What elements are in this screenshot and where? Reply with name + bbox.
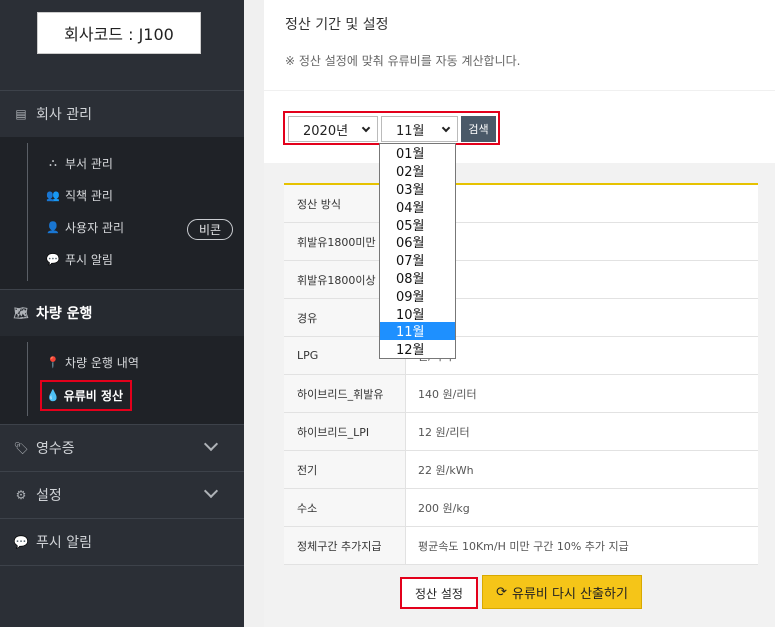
section-label: 회사 관리 [36,107,92,123]
comment-icon: 💬 [46,252,60,266]
row-label: 정체구간 추가지급 [284,527,406,564]
row-label: 수소 [284,489,406,526]
recalc-label: 유류비 다시 산출하기 [512,586,628,602]
tree-line [27,143,28,281]
table-row: 하이브리드_휘발유 140 원/리터 [284,375,758,413]
table-row: 수소 200 원/kg [284,489,758,527]
section-settings[interactable]: ⚙ 설정 [0,472,244,518]
tag-icon: 🏷 [13,441,29,455]
table-row: 전기 22 원/kWh [284,451,758,489]
row-label: 하이브리드_LPI [284,413,406,450]
settle-settings-button[interactable]: 정산 설정 [400,577,478,609]
page-title: 정산 기간 및 설정 [285,17,389,33]
row-value: 비 정산 [406,185,758,222]
recalculate-fuel-button[interactable]: ⟳ 유류비 다시 산출하기 [482,575,642,609]
row-value: 원/리터 [406,337,758,374]
month-option[interactable]: 02월 [380,162,455,180]
month-dropdown-list[interactable]: 01월 02월 03월 04월 05월 06월 07월 08월 09월 10월 … [379,143,456,359]
month-option[interactable]: 05월 [380,215,455,234]
month-option[interactable]: 12월 [380,340,455,358]
page-description: ※ 정산 설정에 맞춰 유류비를 자동 계산합니다. [285,54,521,68]
sidebar-item-label: 부서 관리 [65,156,113,171]
table-row: 경유 원/리터 [284,299,758,337]
row-label: 하이브리드_휘발유 [284,375,406,412]
month-option[interactable]: 04월 [380,197,455,216]
section-label: 푸시 알림 [36,535,92,551]
sidebar: 회사코드 : J100 ▤ 회사 관리 ⛬ 부서 관리 👥 직책 관리 👤 사용… [0,0,244,627]
gears-icon: ⚙ [15,488,27,502]
month-option[interactable]: 09월 [380,286,455,305]
company-code-box: 회사코드 : J100 [37,12,201,54]
user-plus-icon: 👤 [46,220,60,234]
section-push-alerts[interactable]: 💬 푸시 알림 [0,519,244,565]
month-option[interactable]: 10월 [380,304,455,323]
row-value: 12 원/리터 [418,425,470,439]
header-panel: 정산 기간 및 설정 ※ 정산 설정에 맞춰 유류비를 자동 계산합니다. [264,0,775,90]
section-vehicle-operation[interactable]: 🗺 차량 운행 [0,290,244,336]
row-value: 140 원/리터 [418,387,477,401]
year-select-value: 2020년 [303,123,349,139]
sidebar-item-label: 푸시 알림 [65,252,113,267]
month-option[interactable]: 07월 [380,251,455,269]
chevron-down-icon [441,123,451,133]
users-icon: 👥 [46,188,60,202]
sidebar-item-fuel-settlement[interactable]: 💧 유류비 정산 [40,380,132,411]
building-icon: ▤ [15,107,27,121]
sidebar-item-label: 차량 운행 내역 [65,355,139,370]
table-row: 정산 방식 비 정산 [284,185,758,223]
month-option[interactable]: 03월 [380,180,455,198]
month-option[interactable]: 01월 [380,144,455,162]
month-option-selected[interactable]: 11월 [380,321,455,340]
refresh-icon: ⟳ [496,584,507,600]
chevron-down-icon [203,436,219,452]
month-option[interactable]: 06월 [380,233,455,251]
chevron-down-icon [203,483,219,499]
month-select-value: 11월 [396,123,425,139]
row-value: 22 원/kWh [418,463,474,477]
row-value: 원/리터 [406,223,758,260]
month-select[interactable]: 11월 [381,116,458,142]
row-label: 전기 [284,451,406,488]
month-option[interactable]: 08월 [380,269,455,287]
section-label: 영수증 [36,441,75,457]
sidebar-item-departments[interactable]: ⛬ 부서 관리 [46,152,113,174]
table-row: 하이브리드_LPI 12 원/리터 [284,413,758,451]
row-value: 평균속도 10Km/H 미만 구간 10% 추가 지급 [418,539,629,553]
divider [0,565,244,566]
sidebar-item-push-alerts[interactable]: 💬 푸시 알림 [46,248,113,270]
section-receipts[interactable]: 🏷 영수증 [0,425,244,471]
sidebar-item-label: 사용자 관리 [65,220,125,235]
search-button[interactable]: 검색 [461,116,496,142]
row-value: 원/리터 [406,261,758,298]
sidebar-item-driving-history[interactable]: 📍 차량 운행 내역 [46,351,139,373]
sidebar-item-label: 직책 관리 [65,188,113,203]
year-select[interactable]: 2020년 [288,116,378,142]
sidebar-item-label: 유류비 정산 [63,389,124,403]
sidebar-item-positions[interactable]: 👥 직책 관리 [46,184,113,206]
section-company-management[interactable]: ▤ 회사 관리 [0,91,244,137]
sidebar-item-users[interactable]: 👤 사용자 관리 [46,216,124,238]
table-row: 휘발유1800이상 원/리터 [284,261,758,299]
drop-icon: 💧 [46,389,60,402]
table-row: 정체구간 추가지급 평균속도 10Km/H 미만 구간 10% 추가 지급 [284,527,758,565]
tree-line [27,342,28,416]
section-label: 차량 운행 [36,306,93,322]
beacon-badge[interactable]: 비콘 [187,219,233,240]
map-marker-icon: 📍 [46,355,60,369]
table-row: 휘발유1800미만 원/리터 [284,223,758,261]
company-submenu [0,137,244,289]
chevron-down-icon [361,123,371,133]
settlement-table: 정산 방식 비 정산 휘발유1800미만 원/리터 휘발유1800이상 원/리터… [284,183,758,565]
row-value: 200 원/kg [418,501,470,515]
row-value: 원/리터 [406,299,758,336]
map-icon: 🗺 [13,306,29,320]
sitemap-icon: ⛬ [49,156,57,169]
comment-icon: 💬 [13,535,29,549]
table-row: LPG 원/리터 [284,337,758,375]
section-label: 설정 [36,488,62,504]
filter-highlight: 2020년 11월 검색 [283,111,500,145]
